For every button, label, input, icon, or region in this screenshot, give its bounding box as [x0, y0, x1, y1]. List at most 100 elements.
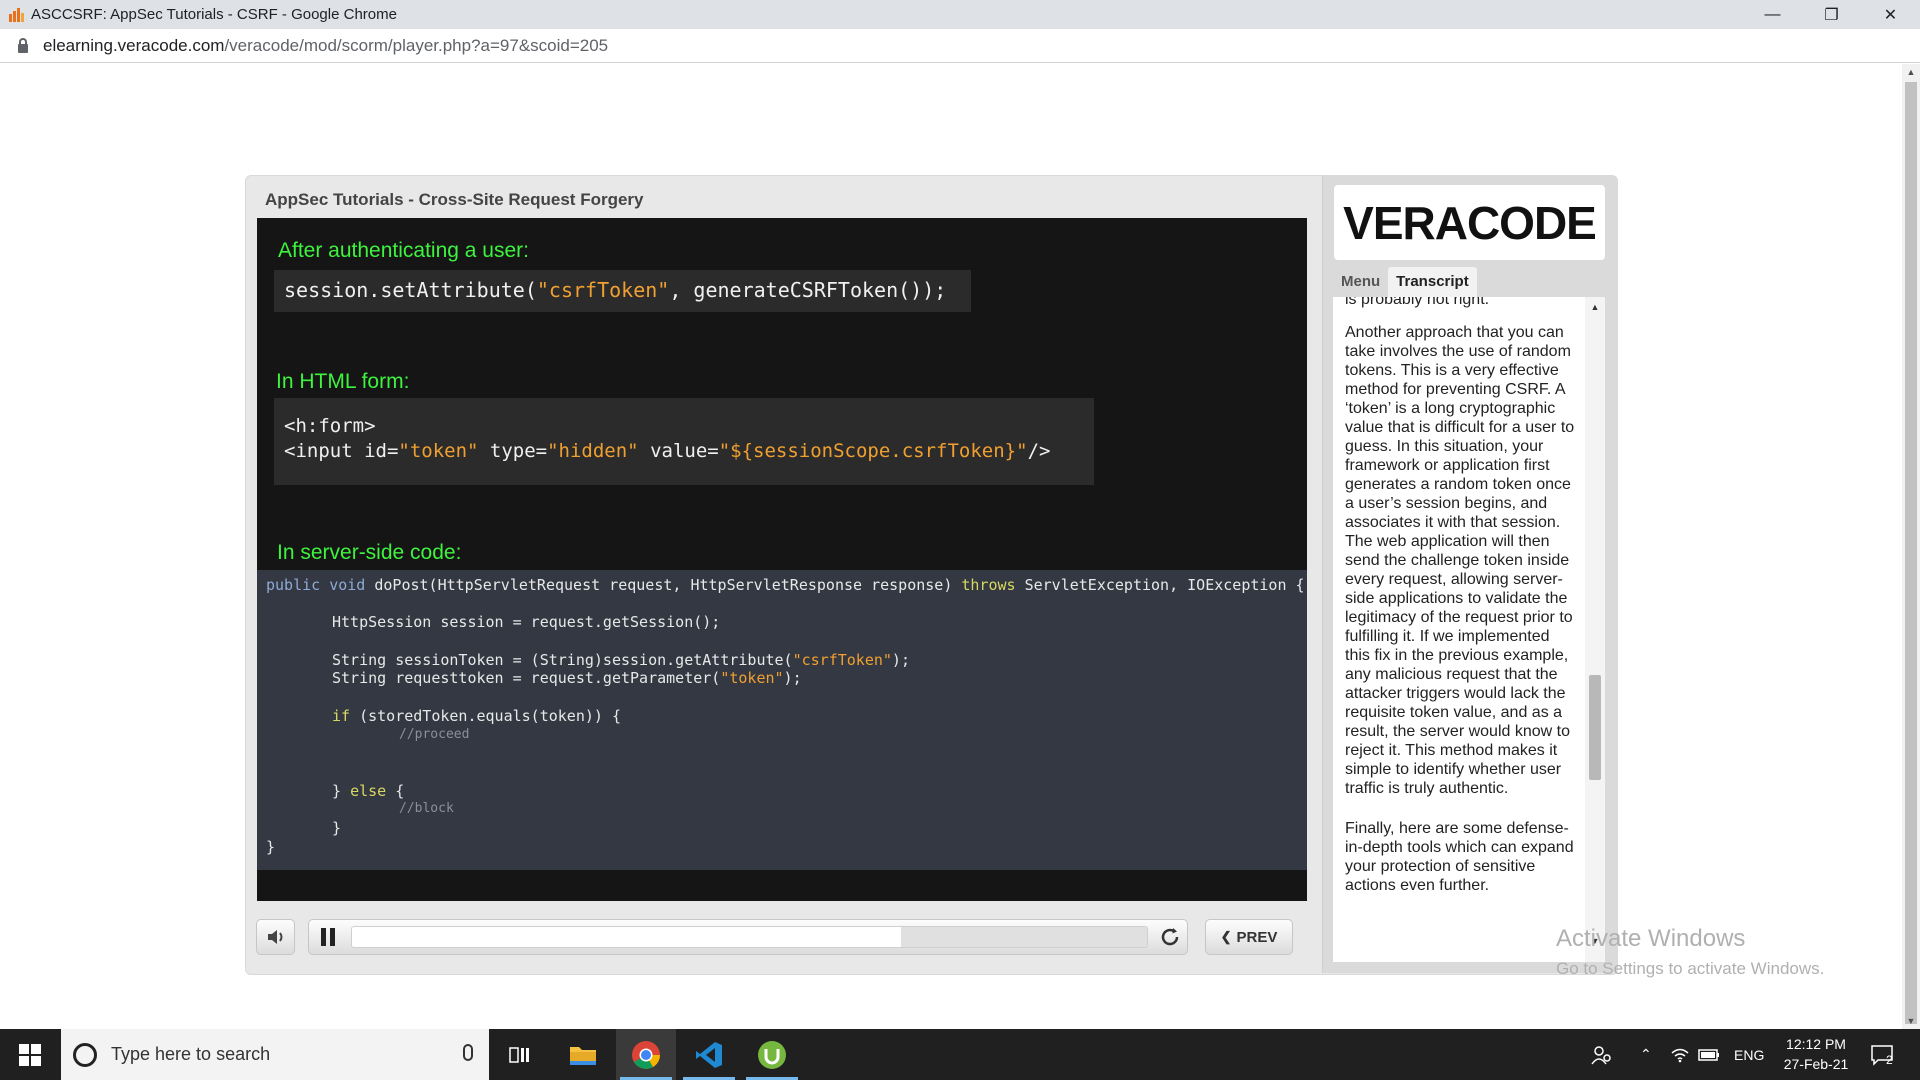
code-comment: //proceed — [399, 727, 470, 742]
battery-icon[interactable] — [1698, 1029, 1720, 1080]
code-session-set: session.setAttribute("csrfToken", genera… — [274, 270, 971, 312]
url-text[interactable]: elearning.veracode.com/veracode/mod/scor… — [43, 36, 608, 56]
clock-date: 27-Feb-21 — [1783, 1056, 1849, 1072]
lock-icon[interactable] — [18, 37, 28, 53]
code-line: <input id="token" type="hidden" value="$… — [284, 439, 1084, 464]
transcript-panel[interactable]: is probably not right. Another approach … — [1333, 297, 1605, 962]
close-button[interactable]: ✕ — [1861, 0, 1920, 29]
code-keyword: throws — [961, 576, 1016, 594]
code-string: "hidden" — [547, 440, 639, 462]
transcript-text: is probably not right. Another approach … — [1345, 297, 1577, 916]
chrome-taskbar-button[interactable] — [616, 1029, 676, 1080]
taskbar-clock[interactable]: 12:12 PM 27-Feb-21 — [1770, 1034, 1862, 1074]
slide-stage: After authenticating a user: session.set… — [257, 218, 1307, 901]
utorrent-taskbar-button[interactable] — [742, 1029, 802, 1080]
utorrent-icon — [758, 1040, 786, 1069]
code-text: String requesttoken = request.getParamet… — [332, 669, 721, 687]
tab-transcript[interactable]: Transcript — [1388, 267, 1477, 297]
cortana-icon — [73, 1042, 97, 1067]
vscode-taskbar-button[interactable] — [679, 1029, 739, 1080]
code-text: ServletException, IOException { — [1015, 576, 1305, 594]
player-sidebar: VERACODE Menu Transcript is probably not… — [1322, 175, 1617, 973]
transcript-paragraph: Another approach that you can take invol… — [1345, 324, 1575, 797]
wifi-icon[interactable] — [1670, 1029, 1690, 1080]
transcript-scroll-thumb[interactable] — [1589, 675, 1601, 780]
transcript-scrollbar[interactable]: ▲ ▼ — [1585, 297, 1605, 962]
slide-label-auth: After authenticating a user: — [278, 239, 529, 262]
microphone-icon[interactable] — [463, 1044, 473, 1061]
code-text: ); — [783, 669, 802, 687]
speaker-icon — [267, 930, 282, 944]
sidebar-tabs: Menu Transcript — [1333, 267, 1477, 297]
code-server-side: public void doPost(HttpServletRequest re… — [257, 570, 1307, 870]
code-text: } — [332, 782, 351, 800]
scroll-down-icon[interactable]: ▼ — [1902, 1013, 1920, 1029]
clock-time: 12:12 PM — [1786, 1036, 1846, 1052]
page-scroll-thumb[interactable] — [1905, 82, 1917, 1024]
search-placeholder: Type here to search — [111, 1044, 271, 1064]
code-text: ); — [891, 651, 910, 669]
slide-label-html-form: In HTML form: — [276, 370, 410, 393]
minimize-button[interactable]: — — [1743, 0, 1802, 29]
notification-center-button[interactable]: 2 — [1870, 1029, 1894, 1080]
maximize-button[interactable]: ❐ — [1802, 0, 1861, 29]
volume-button[interactable] — [256, 919, 295, 955]
browser-title-bar: ASCCSRF: AppSec Tutorials - CSRF - Googl… — [0, 0, 1920, 29]
taskbar-search-box[interactable]: Type here to search — [61, 1029, 489, 1080]
code-text: (storedToken.equals(token)) { — [350, 707, 621, 725]
code-line: String sessionToken = (String)session.ge… — [332, 651, 910, 669]
start-button[interactable] — [0, 1029, 60, 1080]
code-comment: //block — [399, 801, 454, 816]
code-line: public void doPost(HttpServletRequest re… — [266, 576, 1305, 594]
veracode-logo: VERACODE — [1343, 196, 1597, 249]
code-text: /> — [1027, 440, 1051, 462]
code-string: "${sessionScope.csrfToken}" — [718, 440, 1028, 462]
progress-bar[interactable] — [351, 926, 1148, 948]
code-string: "token" — [398, 440, 479, 462]
code-string: "csrfToken" — [536, 278, 670, 302]
transcript-paragraph: Finally, here are some defense-in-depth … — [1345, 820, 1574, 894]
code-line: HttpSession session = request.getSession… — [332, 613, 721, 631]
watermark-title: Activate Windows — [1556, 925, 1746, 952]
vscode-icon — [696, 1041, 722, 1068]
language-indicator[interactable]: ENG — [1734, 1029, 1764, 1080]
transcript-paragraph: is probably not right. — [1345, 297, 1490, 308]
code-line: <h:form> — [284, 415, 376, 437]
people-icon[interactable] — [1590, 1029, 1612, 1080]
chevron-up-icon[interactable]: ⌃ — [1640, 1029, 1652, 1080]
prev-button[interactable]: ❮ PREV — [1205, 919, 1293, 955]
scroll-up-icon[interactable]: ▲ — [1902, 64, 1920, 80]
code-text: , generateCSRFToken()); — [669, 278, 947, 302]
code-keyword: if — [332, 707, 351, 725]
code-text: value= — [638, 440, 719, 462]
progress-fill — [352, 927, 901, 947]
code-text: <input id= — [284, 440, 399, 462]
file-explorer-button[interactable] — [553, 1029, 613, 1080]
pause-icon[interactable] — [318, 928, 338, 946]
code-string: "csrfToken" — [792, 651, 892, 669]
code-text: type= — [478, 440, 548, 462]
chevron-left-icon: ❮ — [1220, 929, 1232, 944]
tab-menu[interactable]: Menu — [1333, 267, 1388, 297]
page-scrollbar[interactable]: ▲ ▼ — [1902, 64, 1920, 1029]
windows-taskbar: Type here to search ⌃ ENG 12:12 PM 27-Fe… — [0, 1029, 1920, 1080]
code-html-form: <h:form> <input id="token" type="hidden"… — [274, 398, 1094, 485]
code-text: session.setAttribute( — [284, 278, 537, 302]
code-text: doPost(HttpServletRequest request, HttpS… — [365, 576, 962, 594]
code-line: if (storedToken.equals(token)) { — [332, 707, 621, 725]
task-view-button[interactable] — [490, 1029, 550, 1080]
veracode-favicon-icon — [9, 7, 25, 22]
scroll-up-icon[interactable]: ▲ — [1585, 302, 1605, 312]
url-host: elearning.veracode.com — [43, 35, 225, 55]
activate-windows-watermark: Activate Windows Go to Settings to activ… — [1556, 925, 1824, 979]
address-bar[interactable]: elearning.veracode.com/veracode/mod/scor… — [0, 29, 1920, 63]
window-title: ASCCSRF: AppSec Tutorials - CSRF - Googl… — [31, 6, 397, 23]
replay-icon[interactable] — [1159, 926, 1181, 948]
slide-label-server: In server-side code: — [277, 541, 462, 564]
code-text: String sessionToken = (String)session.ge… — [332, 651, 793, 669]
task-view-icon — [509, 1046, 529, 1063]
code-text: { — [386, 782, 405, 800]
folder-icon — [570, 1046, 596, 1065]
url-path: /veracode/mod/scorm/player.php?a=97&scoi… — [224, 35, 609, 55]
code-line: String requesttoken = request.getParamet… — [332, 669, 802, 687]
